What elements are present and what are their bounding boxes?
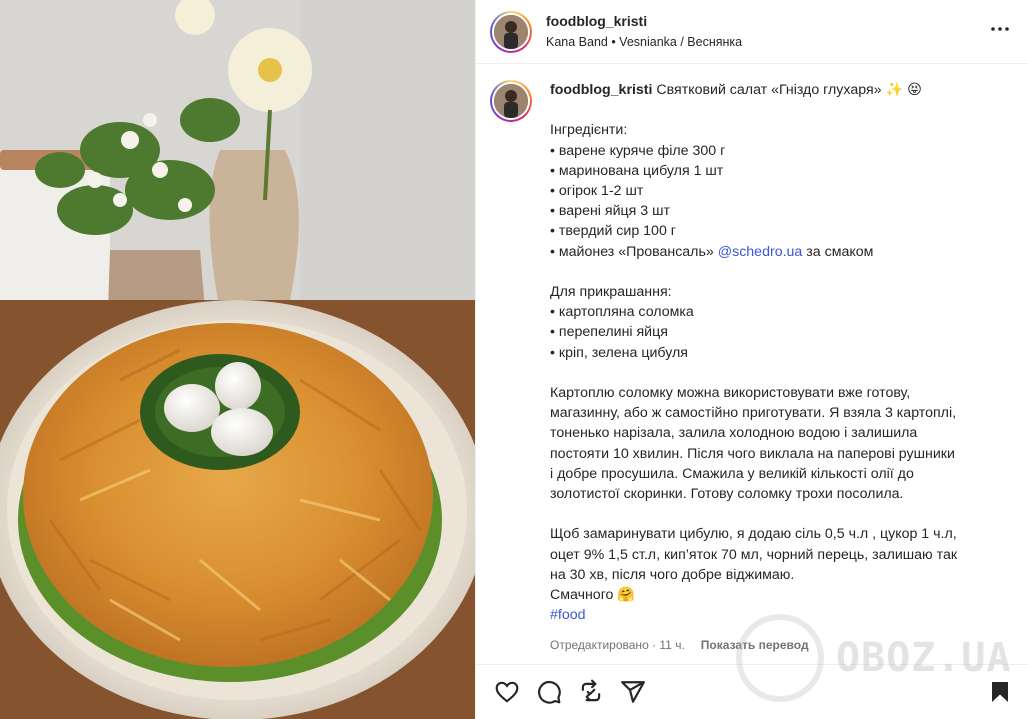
caption-line: • перепелині яйця [550, 324, 668, 341]
caption-line: • маринована цибуля 1 шт [550, 162, 724, 179]
caption-line: оцет 9% 1,5 ст.л, кип’яток 70 мл, чорний… [550, 546, 958, 563]
caption-line: Інгредієнти: [550, 122, 628, 139]
header-text: foodblog_kristi Kana Band • Vesnianka / … [546, 12, 988, 51]
action-bar [476, 664, 1028, 719]
caption-title: Святковий салат «Гніздо глухаря» ✨ 😝 [656, 82, 922, 98]
avatar-image [492, 82, 530, 120]
caption-line: тоненько нарізала, залила холодною водою… [550, 425, 918, 442]
edited-timestamp[interactable]: Отредактировано · 11 ч. [550, 635, 685, 655]
caption-line [550, 100, 990, 120]
username[interactable]: foodblog_kristi [546, 12, 988, 31]
caption-line [550, 504, 990, 524]
caption-line: • твердий сир 100 г [550, 223, 676, 240]
caption-line [550, 363, 990, 383]
mention-link[interactable]: @schedro.ua [718, 244, 803, 260]
hashtag-link[interactable]: #food [550, 607, 586, 623]
caption-line: • кріп, зелена цибуля [550, 344, 688, 361]
hashtag-line: #food [550, 605, 990, 625]
caption-line: золотистої скоринки. Готову соломку трох… [550, 486, 904, 503]
caption-text: foodblog_kristi Святковий салат «Гніздо … [550, 80, 990, 656]
mayo-suffix: за смаком [806, 243, 874, 260]
send-icon[interactable] [620, 679, 646, 705]
avatar-image [492, 12, 530, 51]
caption-line: • огірок 1-2 шт [550, 183, 644, 199]
music-label[interactable]: Kana Band • Vesnianka / Веснянка [546, 34, 988, 51]
bookmark-icon[interactable] [988, 679, 1012, 705]
caption-mayo-line: • майонез «Провансаль» @schedro.ua за см… [550, 242, 990, 262]
mayo-text: • майонез «Провансаль» [550, 243, 714, 260]
comment-icon[interactable] [536, 679, 562, 705]
caption-line: Для прикрашання: [550, 284, 672, 300]
caption-line [550, 262, 990, 282]
caption-line: Щоб замаринувати цибулю, я додаю сіль 0,… [550, 526, 957, 543]
caption-line: постояти 10 хвилин. Після чого виклала н… [550, 445, 955, 462]
caption-avatar[interactable] [490, 80, 532, 122]
salad-photo-illustration [0, 0, 475, 719]
post-panel: foodblog_kristi Kana Band • Vesnianka / … [475, 0, 1028, 719]
caption-line: • варені яйця 3 шт [550, 203, 670, 220]
post-photo[interactable] [0, 0, 475, 719]
caption-username[interactable]: foodblog_kristi [550, 82, 652, 98]
caption-line: • варене куряче філе 300 г [550, 142, 726, 159]
caption-line: на 30 хв, після чого добре віджимаю. [550, 566, 795, 583]
comments-area: foodblog_kristi Святковий салат «Гніздо … [476, 64, 1028, 664]
post-header: foodblog_kristi Kana Band • Vesnianka / … [476, 0, 1028, 64]
avatar[interactable] [490, 10, 532, 53]
caption-line: магазинну, або ж самостійно приготувати.… [550, 405, 957, 422]
translate-button[interactable]: Показать перевод [701, 635, 809, 655]
heart-icon[interactable] [494, 679, 520, 705]
caption-line: Смачного 🤗 [550, 587, 636, 604]
caption-meta: Отредактировано · 11 ч. Показать перевод [550, 635, 990, 655]
caption-line: Картоплю соломку можна використовувати в… [550, 385, 911, 401]
more-horizontal-icon[interactable] [988, 17, 1012, 47]
caption-line: • картопляна соломка [550, 304, 694, 321]
caption-row: foodblog_kristi Святковий салат «Гніздо … [490, 80, 1012, 656]
caption-line: і добре просушила. Смажила у великій кіл… [550, 465, 914, 482]
caption-first-line: foodblog_kristi Святковий салат «Гніздо … [550, 80, 990, 100]
repost-icon[interactable] [578, 679, 604, 705]
